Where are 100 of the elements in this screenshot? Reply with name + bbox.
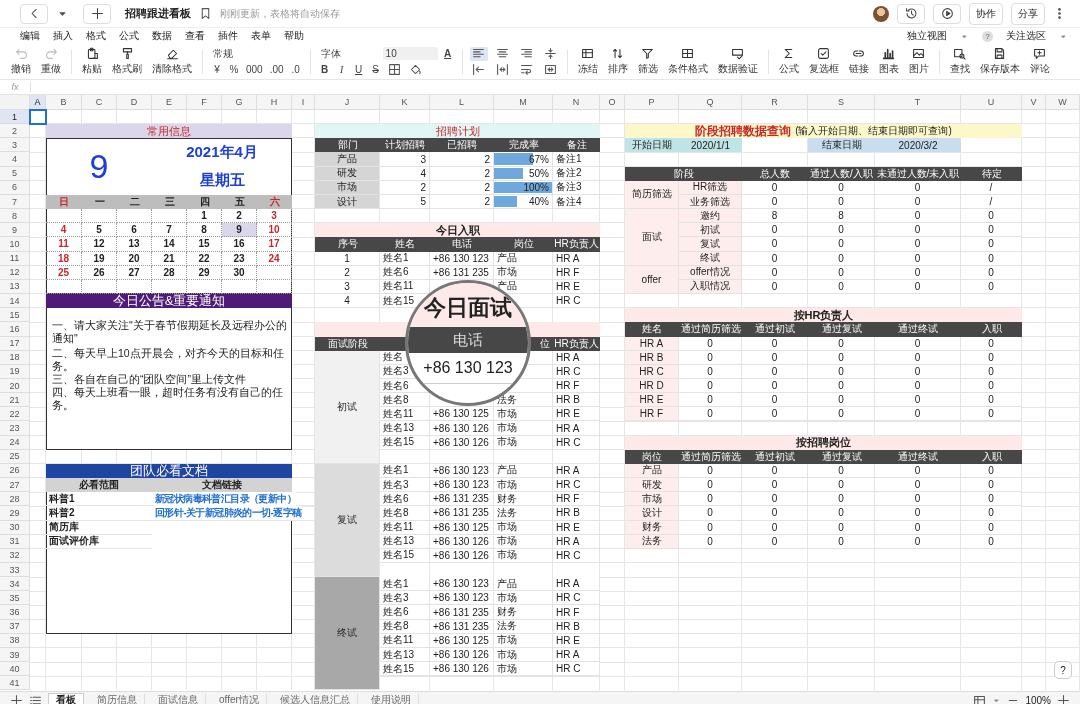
row-header[interactable]: 21: [0, 393, 30, 408]
column-header[interactable]: D: [117, 95, 152, 110]
calendar-date[interactable]: 3: [257, 209, 292, 224]
avatar[interactable]: [873, 5, 889, 22]
toolbar-button[interactable]: 格式刷: [109, 47, 145, 76]
column-header[interactable]: R: [742, 95, 808, 110]
text-style-button[interactable]: U: [351, 63, 366, 76]
toolbar-button[interactable]: 冻结: [574, 47, 601, 76]
back-button[interactable]: [20, 3, 48, 24]
history-button[interactable]: [897, 3, 925, 24]
column-header[interactable]: M: [494, 95, 553, 110]
sheet-tab[interactable]: offer情况: [212, 694, 267, 704]
row-header[interactable]: 8: [0, 209, 30, 224]
calendar-date[interactable]: 15: [187, 237, 222, 252]
text-color-button[interactable]: A: [440, 46, 455, 60]
menu-item[interactable]: 数据: [152, 29, 172, 43]
row-header[interactable]: 3: [0, 138, 30, 153]
calendar-date[interactable]: 4: [46, 223, 82, 238]
calendar-date[interactable]: 7: [152, 223, 187, 238]
column-header[interactable]: V: [1022, 95, 1046, 110]
zoom-in-button[interactable]: [1057, 693, 1070, 704]
font-size-dropdown[interactable]: 10: [382, 46, 438, 60]
date-field[interactable]: 2020/1/1: [679, 138, 742, 153]
toolbar-button[interactable]: 清除格式: [149, 47, 195, 76]
column-header[interactable]: E: [152, 95, 187, 110]
toolbar-button[interactable]: 公式: [775, 47, 802, 76]
column-header[interactable]: B: [46, 95, 82, 110]
calendar-date[interactable]: 12: [82, 237, 117, 252]
column-header[interactable]: Q: [679, 95, 742, 110]
calendar-date[interactable]: 25: [46, 265, 82, 280]
calendar-date[interactable]: 22: [187, 251, 222, 266]
column-header[interactable]: U: [961, 95, 1022, 110]
number-format-button[interactable]: %: [227, 63, 241, 76]
row-header[interactable]: 33: [0, 563, 30, 578]
calendar-date[interactable]: 30: [222, 265, 257, 280]
focus-dropdown[interactable]: 关注选区: [1006, 29, 1046, 43]
row-header[interactable]: 41: [0, 676, 30, 691]
sheet-tab[interactable]: 看板: [48, 692, 84, 704]
row-header[interactable]: 14: [0, 294, 30, 309]
column-header[interactable]: W: [1046, 95, 1080, 110]
align-button[interactable]: [469, 46, 488, 61]
number-format-dropdown[interactable]: 常规: [210, 47, 302, 60]
column-header[interactable]: O: [600, 95, 625, 110]
calendar-date[interactable]: 11: [46, 237, 82, 252]
toolbar-button[interactable]: 筛选: [634, 47, 661, 76]
calendar-date[interactable]: 16: [222, 237, 257, 252]
column-header[interactable]: F: [187, 95, 222, 110]
calendar-date[interactable]: 10: [257, 223, 292, 238]
header-action-button[interactable]: 协作: [969, 2, 1003, 25]
calendar-date[interactable]: 21: [152, 251, 187, 266]
row-header[interactable]: 9: [0, 223, 30, 238]
toolbar-button[interactable]: 排序: [604, 47, 631, 76]
column-header[interactable]: I: [292, 95, 315, 110]
view-mode-button[interactable]: [973, 693, 987, 704]
header-action-button[interactable]: 分享: [1011, 2, 1045, 25]
calendar-date[interactable]: 14: [152, 237, 187, 252]
zoom-out-button[interactable]: [1007, 698, 1020, 702]
number-format-button[interactable]: .00: [267, 63, 286, 76]
sheet-tab[interactable]: 使用说明: [363, 694, 419, 704]
sheet-tab[interactable]: 候选人信息汇总: [272, 694, 358, 704]
column-header[interactable]: C: [82, 95, 117, 110]
calendar-date[interactable]: 23: [222, 251, 257, 266]
toolbar-button[interactable]: 图片: [905, 47, 932, 76]
column-header[interactable]: T: [875, 95, 961, 110]
toolbar-button[interactable]: 保存版本: [976, 47, 1023, 76]
view-dropdown[interactable]: 独立视图: [907, 29, 947, 43]
row-header[interactable]: 2: [0, 124, 30, 139]
row-header[interactable]: 1: [0, 110, 30, 125]
column-header[interactable]: K: [380, 95, 430, 110]
number-format-button[interactable]: .0: [288, 63, 303, 76]
text-style-button[interactable]: S: [368, 63, 383, 76]
row-header[interactable]: 22: [0, 407, 30, 422]
toolbar-button[interactable]: 链接: [845, 47, 872, 76]
column-header[interactable]: N: [553, 95, 600, 110]
calendar-date[interactable]: 27: [117, 265, 152, 280]
calendar-date[interactable]: 19: [82, 251, 117, 266]
toolbar-button[interactable]: 评论: [1026, 47, 1053, 76]
toolbar-button[interactable]: 数据验证: [714, 47, 761, 76]
menu-item[interactable]: 编辑: [20, 29, 40, 43]
menu-item[interactable]: 插件: [218, 29, 238, 43]
row-header[interactable]: 10: [0, 237, 30, 252]
toolbar-button[interactable]: 查找: [946, 47, 973, 76]
calendar-date[interactable]: 9: [222, 223, 257, 238]
help-badge[interactable]: ?: [982, 30, 993, 42]
calendar-date[interactable]: 5: [82, 223, 117, 238]
column-header[interactable]: P: [625, 95, 679, 110]
row-header[interactable]: 15: [0, 308, 30, 323]
column-header[interactable]: G: [222, 95, 257, 110]
column-header[interactable]: J: [315, 95, 380, 110]
row-header[interactable]: 29: [0, 506, 30, 521]
row-header[interactable]: 28: [0, 492, 30, 507]
row-header[interactable]: 4: [0, 152, 30, 167]
new-button[interactable]: [83, 3, 111, 24]
calendar-date[interactable]: 26: [82, 265, 117, 280]
column-header[interactable]: S: [808, 95, 875, 110]
menu-item[interactable]: 查看: [185, 29, 205, 43]
calendar-date[interactable]: 29: [187, 265, 222, 280]
calendar-date[interactable]: 18: [46, 251, 82, 266]
row-header[interactable]: 36: [0, 605, 30, 620]
menu-item[interactable]: 表单: [251, 29, 271, 43]
